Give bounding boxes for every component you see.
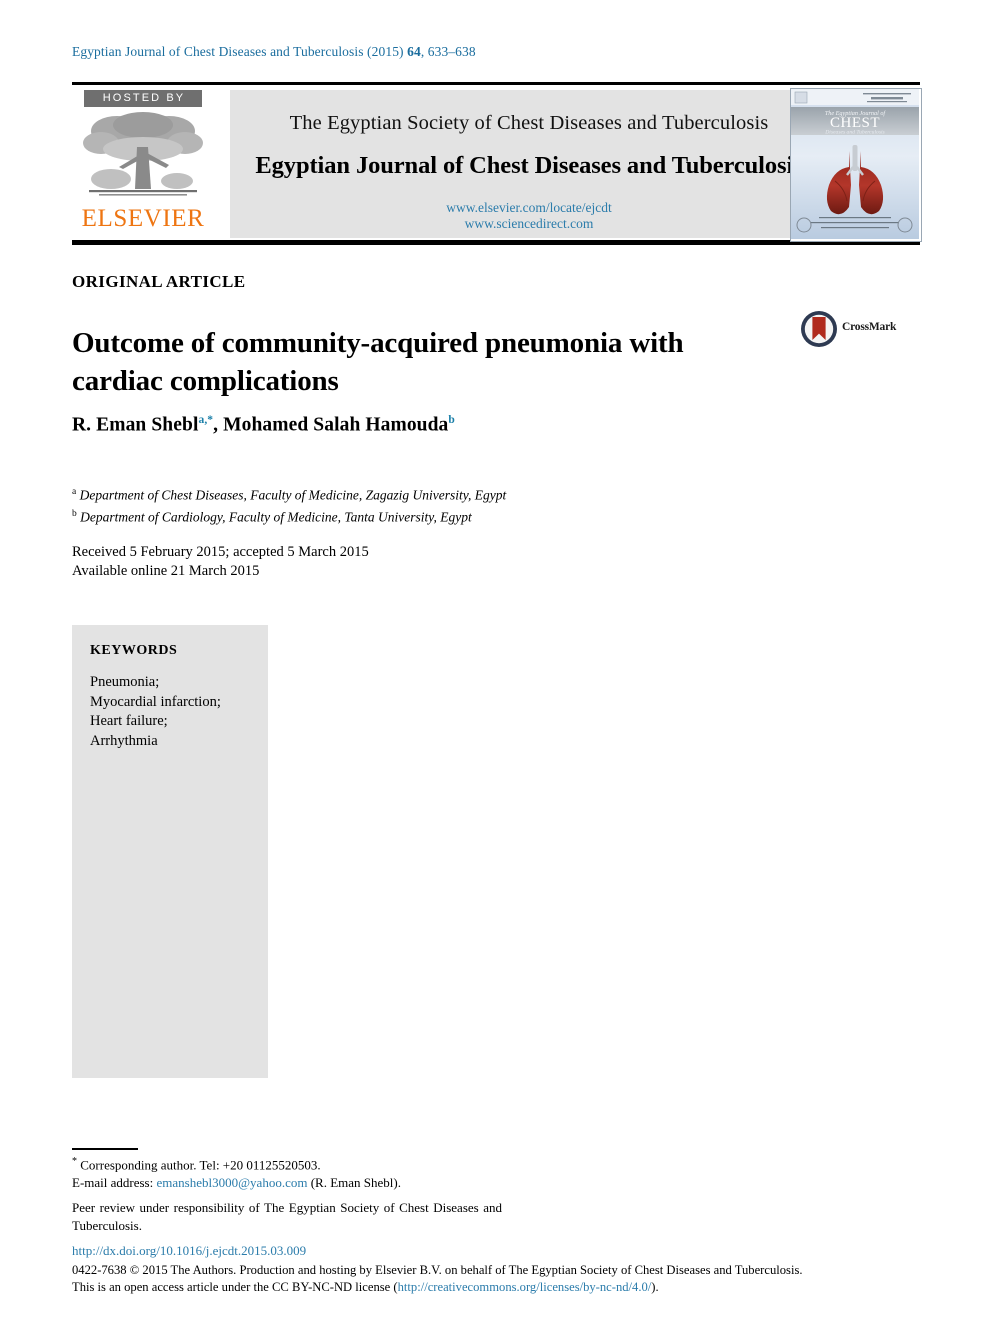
affiliation-text-b: Department of Cardiology, Faculty of Med… — [80, 509, 472, 524]
license-line: This is an open access article under the… — [72, 1279, 922, 1296]
license-url-link[interactable]: http://creativecommons.org/licenses/by-n… — [398, 1280, 652, 1294]
article-type-label: ORIGINAL ARTICLE — [72, 272, 246, 291]
email-label: E-mail address: — [72, 1174, 154, 1190]
running-head: Egyptian Journal of Chest Diseases and T… — [72, 44, 476, 60]
affiliation-text-a: Department of Chest Diseases, Faculty of… — [79, 487, 507, 503]
author-list: R. Eman Shebla,*, Mohamed Salah Hamoudab — [72, 414, 455, 437]
email-line: E-mail address: emanshebl3000@yahoo.com … — [72, 1174, 532, 1192]
doi-link[interactable]: http://dx.doi.org/10.1016/j.ejcdt.2015.0… — [72, 1243, 306, 1259]
elsevier-tree-icon — [77, 109, 209, 205]
corresponding-author-line: * Corresponding author. Tel: +20 0112552… — [72, 1153, 532, 1174]
article-history: Received 5 February 2015; accepted 5 Mar… — [72, 543, 369, 581]
affiliation-item: a Department of Chest Diseases, Faculty … — [72, 483, 506, 505]
available-online-line: Available online 21 March 2015 — [72, 563, 260, 579]
peer-review-statement: Peer review under responsibility of The … — [72, 1200, 502, 1234]
keyword-item: Heart failure; — [90, 713, 168, 729]
corresponding-author-mark: * — [72, 1156, 77, 1167]
keyword-item: Myocardial infarction; — [90, 693, 221, 710]
running-head-pages: , 633–638 — [420, 44, 476, 59]
keyword-item: Arrhythmia — [90, 732, 158, 749]
author-name-1: R. Eman Shebl — [72, 414, 199, 436]
svg-text:Diseases and Tuberculosis: Diseases and Tuberculosis — [824, 130, 884, 136]
affiliation-item: b Department of Cardiology, Faculty of M… — [72, 505, 506, 527]
crossmark-icon — [801, 311, 837, 347]
author-marks-2: b — [448, 414, 455, 426]
copyright-line: 0422-7638 © 2015 The Authors. Production… — [72, 1263, 803, 1277]
email-owner: (R. Eman Shebl). — [310, 1174, 401, 1190]
page-title: Outcome of community-acquired pneumonia … — [72, 327, 684, 398]
keywords-panel: KEYWORDS Pneumonia; Myocardial infarctio… — [72, 625, 268, 1078]
journal-cover-thumbnail: The Egyptian Journal of CHEST Diseases a… — [790, 88, 922, 242]
license-post: ). — [651, 1279, 659, 1294]
journal-article-page: Egyptian Journal of Chest Diseases and T… — [0, 0, 992, 1323]
url-elsevier[interactable]: www.elsevier.com/locate/ejcdt — [230, 200, 828, 216]
footnote-divider — [72, 1148, 138, 1150]
author-name-2: Mohamed Salah Hamouda — [223, 414, 449, 436]
footnote-block: * Corresponding author. Tel: +20 0112552… — [72, 1153, 532, 1235]
elsevier-logo-block: HOSTED BY ELSEVIER — [72, 90, 214, 238]
received-accepted-line: Received 5 February 2015; accepted 5 Mar… — [72, 544, 369, 560]
author-separator: , — [213, 414, 224, 436]
journal-urls: www.elsevier.com/locate/ejcdt www.scienc… — [230, 200, 828, 232]
affiliation-mark-b: b — [72, 508, 77, 519]
hosted-by-badge: HOSTED BY — [84, 90, 202, 107]
masthead-top-rule — [72, 82, 920, 85]
url-sciencedirect[interactable]: www.sciencedirect.com — [230, 216, 828, 232]
email-link[interactable]: emanshebl3000@yahoo.com — [156, 1175, 307, 1190]
license-pre: This is an open access article under the… — [72, 1279, 398, 1294]
journal-name: Egyptian Journal of Chest Diseases and T… — [255, 152, 803, 179]
keywords-heading: KEYWORDS — [90, 643, 178, 658]
journal-masthead: HOSTED BY ELSEVIER The Egyptian Society … — [72, 82, 922, 245]
abstract-section: Abstract Background: Although pneumonia … — [297, 636, 917, 1076]
running-head-volume: 64 — [407, 44, 421, 59]
journal-title-panel: The Egyptian Society of Chest Diseases a… — [230, 90, 828, 238]
elsevier-wordmark: ELSEVIER — [81, 205, 205, 232]
copyright-block: 0422-7638 © 2015 The Authors. Production… — [72, 1262, 922, 1295]
crossmark-label: CrossMark — [842, 321, 897, 333]
corresponding-author-text: Corresponding author. Tel: +20 011255205… — [80, 1157, 321, 1173]
crossmark-badge[interactable]: CrossMark — [800, 310, 910, 350]
running-head-journal: Egyptian Journal of Chest Diseases and T… — [72, 44, 404, 59]
affiliation-mark-a: a — [72, 487, 77, 497]
affiliation-list: a Department of Chest Diseases, Faculty … — [72, 483, 506, 526]
author-marks-1: a,* — [198, 414, 214, 426]
society-name: The Egyptian Society of Chest Diseases a… — [289, 112, 769, 134]
keyword-item: Pneumonia; — [90, 674, 160, 690]
